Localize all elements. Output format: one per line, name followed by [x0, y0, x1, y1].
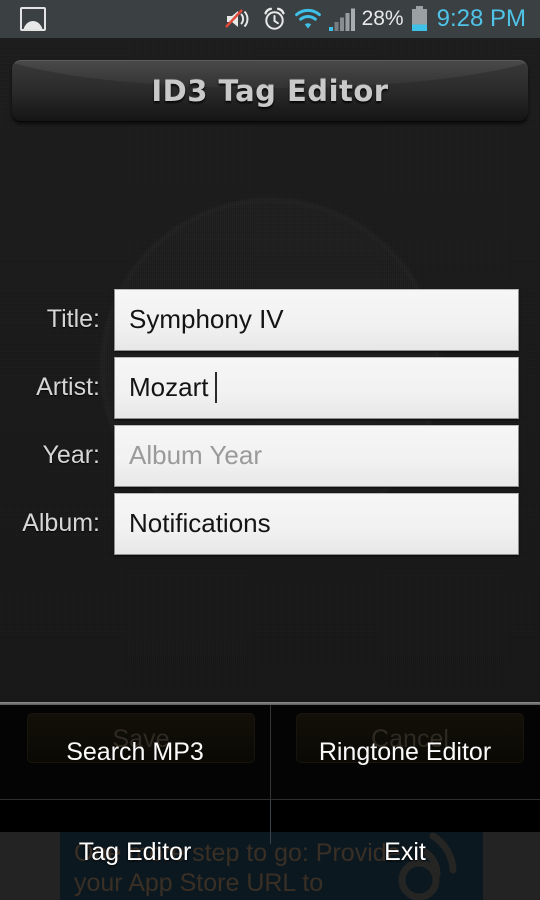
ringtone-editor-button[interactable]: Ringtone Editor — [276, 738, 534, 767]
text-cursor — [215, 372, 218, 403]
status-bar-left — [8, 7, 46, 31]
year-input[interactable]: Album Year — [114, 424, 519, 487]
album-input-value: Notifications — [129, 508, 271, 538]
alarm-clock-icon — [262, 7, 287, 32]
status-bar-right: 28% 9:28 PM — [224, 5, 532, 33]
photo-icon — [20, 7, 46, 31]
tab-tag-editor[interactable]: Tag Editor — [0, 838, 270, 867]
status-bar: 28% 9:28 PM — [0, 0, 540, 38]
volume-mute-icon — [224, 7, 255, 31]
search-mp3-button[interactable]: Search MP3 — [6, 738, 264, 767]
artist-input-value: Mozart — [129, 372, 209, 402]
title-input[interactable]: Symphony IV — [114, 288, 519, 351]
tab-exit[interactable]: Exit — [270, 838, 540, 867]
year-label: Year: — [42, 441, 100, 469]
battery-percent-label: 28% — [361, 7, 404, 30]
form-row-year: Year: Album Year — [0, 422, 540, 489]
app-title-banner: ID3 Tag Editor — [12, 60, 528, 122]
pane-vertical-divider — [270, 705, 271, 800]
page-title: ID3 Tag Editor — [151, 74, 389, 108]
form-row-title: Title: Symphony IV — [0, 286, 540, 353]
phone-screen: 28% 9:28 PM ID3 Tag Editor Title: Sympho… — [0, 0, 540, 900]
title-label: Title: — [46, 305, 100, 333]
album-input[interactable]: Notifications — [114, 492, 519, 555]
artist-label: Artist: — [36, 373, 100, 401]
signal-bars-icon — [328, 8, 355, 31]
wifi-icon — [294, 8, 322, 31]
form-row-album: Album: Notifications — [0, 490, 540, 557]
bottom-strip: One more step to go: Provide your App St… — [0, 800, 540, 900]
artist-input[interactable]: Mozart — [114, 356, 519, 419]
title-input-value: Symphony IV — [129, 304, 284, 334]
id3-tag-form: Title: Symphony IV Artist: Mozart Year: … — [0, 286, 540, 558]
form-row-artist: Artist: Mozart — [0, 354, 540, 421]
clock-time: 9:28 PM — [436, 5, 526, 32]
year-input-placeholder: Album Year — [129, 440, 262, 470]
battery-icon — [411, 6, 428, 32]
album-label: Album: — [22, 509, 100, 537]
